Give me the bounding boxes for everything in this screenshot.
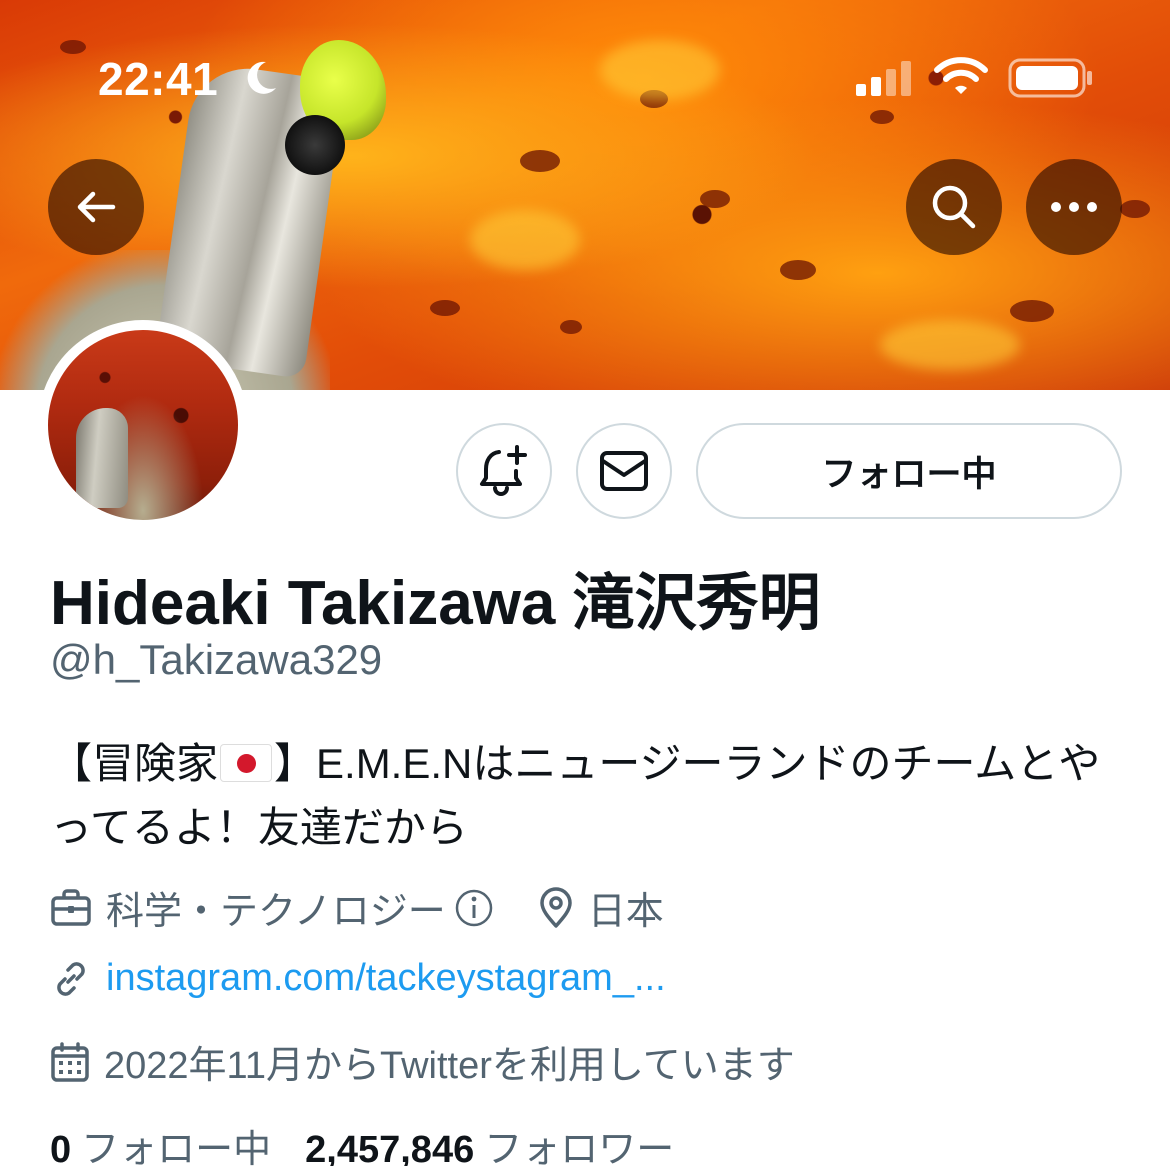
wifi-icon [934,57,988,94]
following-button[interactable]: フォロー中 [696,423,1122,519]
following-stat[interactable]: 0 フォロー中 [50,1118,271,1166]
avatar[interactable] [38,320,248,530]
profile-meta-joined: 2022年11月からTwitterを利用しています [50,1034,795,1089]
arrow-left-icon [77,191,116,223]
followers-stat[interactable]: 2,457,846 フォロワー [305,1118,674,1166]
location: 日本 [538,880,664,935]
more-horizontal-icon [1051,202,1097,212]
info-icon[interactable] [454,888,494,928]
location-label: 日本 [587,891,664,933]
briefcase-icon [51,888,91,926]
link-icon [57,961,85,996]
message-button[interactable] [576,423,672,519]
followers-label: フォロワー [484,1129,675,1166]
japan-flag-icon [220,744,273,782]
handle: @h_Takizawa329 [50,636,383,683]
profile-stats: 0 フォロー中 2,457,846 フォロワー [50,1118,674,1166]
profile-page: 22:41 フォロー中 Hideaki Takizawa 滝沢秀明 @h_Tak… [0,0,1170,1166]
battery-icon [1008,58,1092,98]
bio: 【冒険家 】E.M.E.Nはニュージーランドのチームとやってるよ！友達だから [50,732,1130,860]
following-count: 0 [50,1129,72,1166]
notify-button[interactable] [456,423,552,519]
joined-label: 2022年11月からTwitterを利用しています [104,1045,795,1087]
bio-text-start: 【冒険家 [50,740,219,787]
signal-icon [856,61,911,96]
location-pin-icon [539,886,572,928]
search-button[interactable] [906,159,1002,255]
display-name: Hideaki Takizawa 滝沢秀明 [50,569,821,638]
moon-icon [247,61,276,94]
calendar-icon [51,1041,89,1082]
avatar-person [76,408,128,508]
search-icon [932,185,976,229]
bell-plus-icon [480,445,527,496]
mail-icon [600,451,648,491]
more-button[interactable] [1026,159,1122,255]
banner-mask [285,115,345,175]
avatar-image [48,330,238,520]
profile-link[interactable]: instagram.com/tackeystagram_... [106,957,666,1000]
profile-meta-link: instagram.com/tackeystagram_... [50,957,666,1000]
followers-count: 2,457,846 [305,1129,475,1166]
profile-meta-category: 科学・テクノロジー 日本 [50,880,664,935]
back-button[interactable] [48,159,144,255]
following-label: フォロー中 [81,1129,272,1166]
category-label: 科学・テクノロジー [106,891,446,933]
status-time: 22:41 [98,53,219,105]
